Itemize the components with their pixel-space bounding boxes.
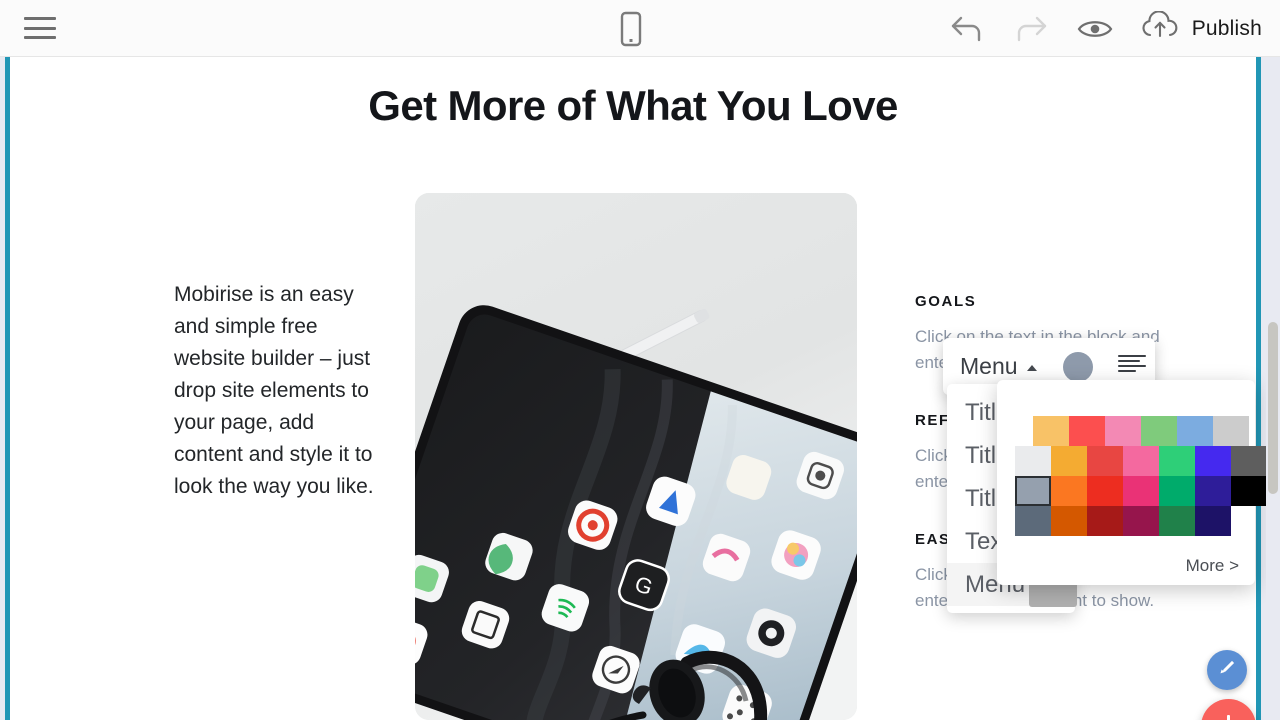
color-swatch[interactable] bbox=[1231, 446, 1267, 476]
color-swatch[interactable] bbox=[1051, 446, 1087, 476]
publish-button[interactable]: Publish bbox=[1140, 10, 1262, 46]
paint-brush-icon bbox=[1217, 658, 1237, 683]
color-swatch[interactable] bbox=[1069, 416, 1105, 446]
mobile-device-icon[interactable] bbox=[618, 11, 644, 47]
color-swatch[interactable] bbox=[1123, 506, 1159, 536]
color-swatch[interactable] bbox=[1015, 476, 1051, 506]
more-colors-link[interactable]: More > bbox=[1186, 556, 1239, 576]
caret-up-icon bbox=[1026, 365, 1037, 371]
color-swatch[interactable] bbox=[1015, 446, 1051, 476]
color-swatch[interactable] bbox=[1087, 446, 1123, 476]
feature-title[interactable]: GOALS bbox=[915, 293, 1195, 310]
style-editor-fab[interactable] bbox=[1207, 650, 1247, 690]
color-swatch[interactable] bbox=[1231, 476, 1267, 506]
align-left-icon[interactable] bbox=[1117, 353, 1147, 380]
text-style-value: Menu bbox=[960, 353, 1018, 379]
text-style-select[interactable]: Menu bbox=[960, 353, 1037, 380]
color-swatch-grid bbox=[997, 380, 1267, 540]
app-toolbar: Publish bbox=[0, 0, 1280, 57]
color-swatch[interactable] bbox=[1015, 506, 1051, 536]
hamburger-bar bbox=[24, 26, 56, 30]
color-swatch[interactable] bbox=[1123, 446, 1159, 476]
hamburger-bar bbox=[24, 36, 56, 39]
page-title[interactable]: Get More of What You Love bbox=[10, 82, 1256, 130]
color-swatch[interactable] bbox=[1123, 476, 1159, 506]
color-swatch[interactable] bbox=[1105, 416, 1141, 446]
intro-paragraph[interactable]: Mobirise is an easy and simple free webs… bbox=[174, 279, 374, 503]
vertical-scrollbar-thumb[interactable] bbox=[1268, 322, 1278, 494]
color-swatch[interactable] bbox=[1195, 476, 1231, 506]
color-swatch[interactable] bbox=[1195, 506, 1231, 536]
color-swatch[interactable] bbox=[1159, 506, 1195, 536]
color-picker-panel: More > bbox=[997, 380, 1267, 585]
color-swatch[interactable] bbox=[1051, 476, 1087, 506]
color-swatch[interactable] bbox=[1195, 446, 1231, 476]
text-color-swatch[interactable] bbox=[1062, 351, 1093, 382]
color-swatch[interactable] bbox=[1087, 506, 1123, 536]
hamburger-bar bbox=[24, 17, 56, 20]
color-swatch[interactable] bbox=[1213, 416, 1249, 446]
hamburger-icon[interactable] bbox=[24, 17, 56, 39]
color-swatch[interactable] bbox=[1141, 416, 1177, 446]
color-swatch[interactable] bbox=[1159, 446, 1195, 476]
eye-icon[interactable] bbox=[1076, 10, 1114, 48]
redo-arrow-icon[interactable] bbox=[1012, 10, 1050, 48]
hero-image[interactable]: G bbox=[415, 193, 857, 720]
editor-canvas: Get More of What You Love Mobirise is an… bbox=[0, 57, 1280, 720]
cloud-upload-icon bbox=[1140, 10, 1180, 46]
toolbar-actions: Publish bbox=[948, 0, 1262, 57]
color-swatch[interactable] bbox=[1033, 416, 1069, 446]
publish-label: Publish bbox=[1191, 16, 1262, 40]
color-swatch[interactable] bbox=[1159, 476, 1195, 506]
color-swatch[interactable] bbox=[1087, 476, 1123, 506]
undo-arrow-icon[interactable] bbox=[948, 10, 986, 48]
color-swatch[interactable] bbox=[1051, 506, 1087, 536]
color-swatch[interactable] bbox=[1177, 416, 1213, 446]
